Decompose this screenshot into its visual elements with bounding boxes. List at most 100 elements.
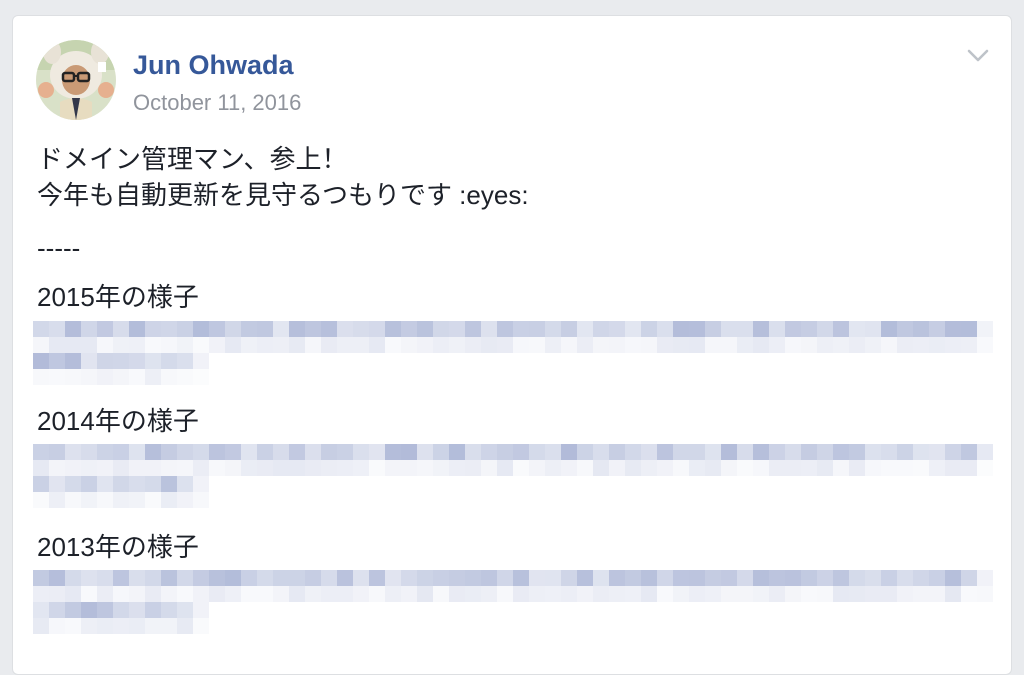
blur-pixel xyxy=(385,337,401,353)
blur-pixel xyxy=(913,586,929,602)
blur-pixel xyxy=(689,444,705,460)
blur-pixel xyxy=(353,321,369,337)
blur-pixel xyxy=(81,460,97,476)
blur-pixel xyxy=(737,444,753,460)
blur-pixel xyxy=(113,321,129,337)
blur-pixel xyxy=(337,570,353,586)
blur-pixel xyxy=(881,586,897,602)
blur-pixel xyxy=(977,444,993,460)
blur-pixel xyxy=(129,492,145,508)
blur-pixel xyxy=(353,444,369,460)
blur-pixel xyxy=(369,586,385,602)
blur-pixel xyxy=(145,353,161,369)
blur-pixel xyxy=(689,460,705,476)
blur-pixel xyxy=(129,618,145,634)
blur-pixel xyxy=(401,337,417,353)
blur-pixel xyxy=(161,337,177,353)
blur-pixel xyxy=(161,476,177,492)
blur-pixel xyxy=(465,444,481,460)
blur-pixel xyxy=(97,321,113,337)
blur-pixel xyxy=(145,444,161,460)
blurred-link-2014[interactable] xyxy=(33,444,993,514)
blurred-link-2013[interactable] xyxy=(33,570,993,640)
blur-pixel xyxy=(785,460,801,476)
blur-pixel xyxy=(273,444,289,460)
chevron-down-icon[interactable] xyxy=(965,42,991,68)
blur-pixel xyxy=(865,337,881,353)
blur-pixel xyxy=(129,369,145,385)
blur-pixel xyxy=(193,492,209,508)
blur-pixel xyxy=(769,586,785,602)
blur-pixel xyxy=(81,618,97,634)
blur-pixel xyxy=(321,444,337,460)
blur-pixel xyxy=(305,586,321,602)
post-date[interactable]: October 11, 2016 xyxy=(133,90,301,116)
blur-pixel xyxy=(977,570,993,586)
blur-pixel xyxy=(177,321,193,337)
blur-pixel xyxy=(481,444,497,460)
blur-pixel xyxy=(289,586,305,602)
blur-pixel xyxy=(641,460,657,476)
blur-pixel xyxy=(561,570,577,586)
blur-pixel xyxy=(337,586,353,602)
blur-pixel xyxy=(145,570,161,586)
blur-pixel xyxy=(897,570,913,586)
blur-pixel xyxy=(577,321,593,337)
blur-pixel xyxy=(849,460,865,476)
blur-pixel xyxy=(881,570,897,586)
blur-pixel xyxy=(145,337,161,353)
blur-pixel xyxy=(417,586,433,602)
blur-pixel xyxy=(161,369,177,385)
blur-pixel xyxy=(513,460,529,476)
blur-pixel xyxy=(705,337,721,353)
blur-pixel xyxy=(81,353,97,369)
blur-pixel xyxy=(81,444,97,460)
blur-pixel xyxy=(49,476,65,492)
post-text-line-2: 今年も自動更新を見守るつもりです :eyes: xyxy=(37,180,529,210)
blur-pixel xyxy=(161,618,177,634)
blur-pixel xyxy=(769,460,785,476)
blur-pixel xyxy=(113,460,129,476)
blur-pixel xyxy=(225,570,241,586)
blur-pixel xyxy=(113,337,129,353)
author-name[interactable]: Jun Ohwada xyxy=(133,50,294,81)
blur-pixel xyxy=(369,570,385,586)
blur-pixel xyxy=(817,586,833,602)
blur-pixel xyxy=(433,570,449,586)
blur-pixel xyxy=(865,460,881,476)
blur-pixel xyxy=(913,570,929,586)
blur-pixel xyxy=(33,586,49,602)
blur-pixel xyxy=(849,586,865,602)
blur-pixel xyxy=(849,321,865,337)
blur-pixel xyxy=(113,369,129,385)
blur-pixel xyxy=(209,586,225,602)
blur-pixel xyxy=(33,444,49,460)
blur-pixel xyxy=(545,570,561,586)
blur-pixel xyxy=(81,586,97,602)
blur-pixel xyxy=(849,444,865,460)
blur-pixel xyxy=(673,337,689,353)
blur-pixel xyxy=(289,337,305,353)
blur-pixel xyxy=(977,460,993,476)
blur-pixel xyxy=(785,321,801,337)
avatar[interactable] xyxy=(36,40,116,120)
blur-pixel xyxy=(177,602,193,618)
blur-pixel xyxy=(145,492,161,508)
blurred-link-2015[interactable] xyxy=(33,321,993,391)
blur-pixel xyxy=(193,337,209,353)
blur-pixel xyxy=(49,337,65,353)
blur-pixel xyxy=(753,444,769,460)
blur-pixel xyxy=(145,476,161,492)
blur-pixel xyxy=(225,586,241,602)
blur-pixel xyxy=(465,570,481,586)
blur-pixel xyxy=(625,460,641,476)
blur-pixel xyxy=(177,586,193,602)
blur-pixel xyxy=(321,321,337,337)
blur-pixel xyxy=(897,444,913,460)
blur-pixel xyxy=(257,321,273,337)
blur-pixel xyxy=(273,460,289,476)
blur-pixel xyxy=(625,444,641,460)
blur-pixel xyxy=(113,444,129,460)
blur-pixel xyxy=(961,337,977,353)
blur-pixel xyxy=(161,570,177,586)
